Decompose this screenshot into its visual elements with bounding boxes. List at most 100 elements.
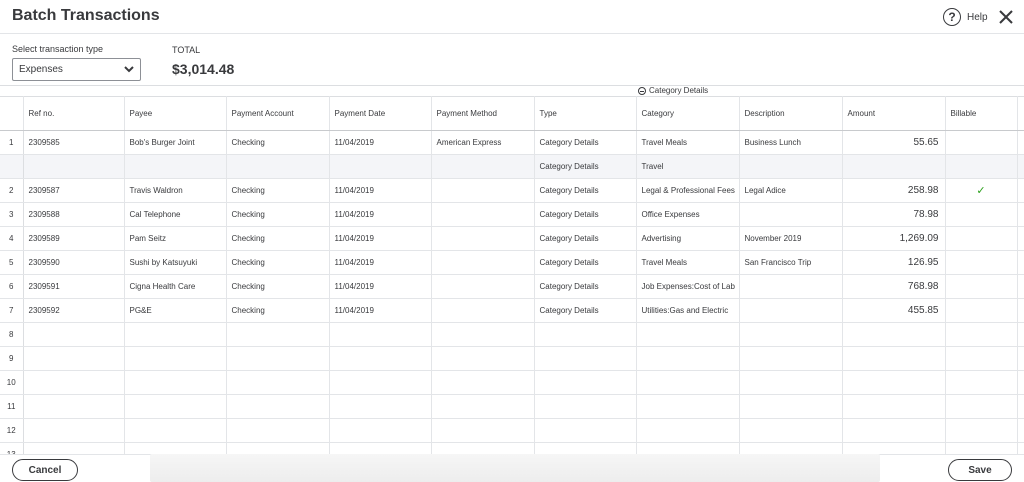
cell-billable[interactable] <box>945 394 1018 419</box>
cell-description[interactable]: November 2019 <box>739 226 843 251</box>
cell-amount[interactable] <box>842 154 946 179</box>
help-button[interactable]: ? Help <box>943 8 988 26</box>
cell-payment-method[interactable] <box>431 418 535 443</box>
cell-payment-date[interactable] <box>329 346 432 371</box>
cell-payment-account[interactable] <box>226 394 330 419</box>
cell-type[interactable]: Category Details <box>534 202 637 227</box>
cell-type[interactable] <box>534 346 637 371</box>
cell-category[interactable]: Travel Meals <box>636 250 740 275</box>
cell-payment-account[interactable] <box>226 370 330 395</box>
cell-payee[interactable] <box>124 394 227 419</box>
cell-ref-no[interactable]: 2309589 <box>23 226 125 251</box>
cell-payee[interactable]: Travis Waldron <box>124 178 227 203</box>
cell-payee[interactable] <box>124 154 227 179</box>
cell-amount[interactable] <box>842 370 946 395</box>
cell-ref-no[interactable] <box>23 418 125 443</box>
cell-payment-account[interactable]: Checking <box>226 178 330 203</box>
cell-type[interactable] <box>534 370 637 395</box>
col-header-billable[interactable]: Billable <box>945 96 1018 131</box>
cell-description[interactable] <box>739 202 843 227</box>
cell-payment-date[interactable] <box>329 154 432 179</box>
cell-payment-account[interactable]: Checking <box>226 298 330 323</box>
cell-ref-no[interactable] <box>23 370 125 395</box>
cell-payee[interactable]: Cal Telephone <box>124 202 227 227</box>
col-header-type[interactable]: Type <box>534 96 637 131</box>
col-header-payment-date[interactable]: Payment Date <box>329 96 432 131</box>
cell-category[interactable] <box>636 394 740 419</box>
category-details-toggle[interactable]: Category Details <box>638 86 708 95</box>
cell-description[interactable]: Legal Adice <box>739 178 843 203</box>
cell-billable[interactable] <box>945 274 1018 299</box>
col-header-category[interactable]: Category <box>636 96 740 131</box>
cell-billable[interactable] <box>945 322 1018 347</box>
cell-amount[interactable]: 126.95 <box>842 250 946 275</box>
transaction-type-select[interactable]: Expenses <box>12 58 141 81</box>
cell-payment-account[interactable] <box>226 346 330 371</box>
cell-type[interactable]: Category Details <box>534 298 637 323</box>
cell-description[interactable]: Business Lunch <box>739 130 843 155</box>
cell-payment-account[interactable]: Checking <box>226 250 330 275</box>
cell-category[interactable] <box>636 418 740 443</box>
cell-description[interactable] <box>739 370 843 395</box>
cell-amount[interactable]: 1,269.09 <box>842 226 946 251</box>
cell-type[interactable]: Category Details <box>534 274 637 299</box>
cell-amount[interactable]: 55.65 <box>842 130 946 155</box>
cell-ref-no[interactable]: 2309588 <box>23 202 125 227</box>
col-header-amount[interactable]: Amount <box>842 96 946 131</box>
cell-payment-date[interactable]: 11/04/2019 <box>329 130 432 155</box>
cell-amount[interactable]: 78.98 <box>842 202 946 227</box>
cell-ref-no[interactable]: 2309585 <box>23 130 125 155</box>
cell-ref-no[interactable] <box>23 322 125 347</box>
cell-payment-account[interactable]: Checking <box>226 226 330 251</box>
cell-payment-method[interactable] <box>431 178 535 203</box>
cell-category[interactable]: Travel Meals <box>636 130 740 155</box>
cell-payment-method[interactable] <box>431 370 535 395</box>
cell-payee[interactable] <box>124 370 227 395</box>
cell-payee[interactable] <box>124 346 227 371</box>
cell-billable[interactable] <box>945 250 1018 275</box>
cell-type[interactable]: Category Details <box>534 226 637 251</box>
cell-billable[interactable] <box>945 346 1018 371</box>
table-row[interactable]: 3 2309588 Cal Telephone Checking 11/04/2019 C… <box>0 202 1024 227</box>
cell-description[interactable]: San Francisco Trip <box>739 250 843 275</box>
cell-ref-no[interactable] <box>23 154 125 179</box>
cell-billable[interactable] <box>945 418 1018 443</box>
cell-description[interactable] <box>739 394 843 419</box>
cell-payment-date[interactable]: 11/04/2019 <box>329 250 432 275</box>
cell-payment-account[interactable] <box>226 322 330 347</box>
cell-payment-method[interactable] <box>431 202 535 227</box>
cell-ref-no[interactable]: 2309591 <box>23 274 125 299</box>
save-button[interactable]: Save <box>948 459 1012 481</box>
cell-payment-method[interactable] <box>431 322 535 347</box>
cell-payment-date[interactable]: 11/04/2019 <box>329 274 432 299</box>
cell-payment-date[interactable]: 11/04/2019 <box>329 202 432 227</box>
cell-payee[interactable]: Sushi by Katsuyuki <box>124 250 227 275</box>
cell-billable[interactable] <box>945 370 1018 395</box>
table-row[interactable]: 1 2309585 Bob's Burger Joint Checking 11/04/… <box>0 130 1024 155</box>
table-row[interactable]: 6 2309591 Cigna Health Care Checking 11/04/2… <box>0 274 1024 299</box>
table-row[interactable]: 9 <box>0 346 1024 371</box>
cell-payment-method[interactable] <box>431 154 535 179</box>
col-header-description[interactable]: Description <box>739 96 843 131</box>
cell-category[interactable]: Legal & Professional Fees <box>636 178 740 203</box>
cell-payment-method[interactable] <box>431 250 535 275</box>
cell-type[interactable]: Category Details <box>534 154 637 179</box>
cell-amount[interactable]: 258.98 <box>842 178 946 203</box>
cell-amount[interactable] <box>842 394 946 419</box>
cell-description[interactable] <box>739 322 843 347</box>
cell-payee[interactable]: PG&E <box>124 298 227 323</box>
cell-category[interactable]: Office Expenses <box>636 202 740 227</box>
cell-amount[interactable]: 455.85 <box>842 298 946 323</box>
cell-payment-date[interactable] <box>329 394 432 419</box>
cell-category[interactable] <box>636 346 740 371</box>
cancel-button[interactable]: Cancel <box>12 459 78 481</box>
cell-payment-date[interactable]: 11/04/2019 <box>329 226 432 251</box>
cell-billable[interactable] <box>945 130 1018 155</box>
cell-payment-method[interactable] <box>431 346 535 371</box>
cell-description[interactable] <box>739 274 843 299</box>
cell-type[interactable] <box>534 394 637 419</box>
table-subrow[interactable]: Category Details Travel <box>0 154 1024 179</box>
cell-payment-account[interactable]: Checking <box>226 130 330 155</box>
table-row[interactable]: 8 <box>0 322 1024 347</box>
cell-category[interactable] <box>636 370 740 395</box>
